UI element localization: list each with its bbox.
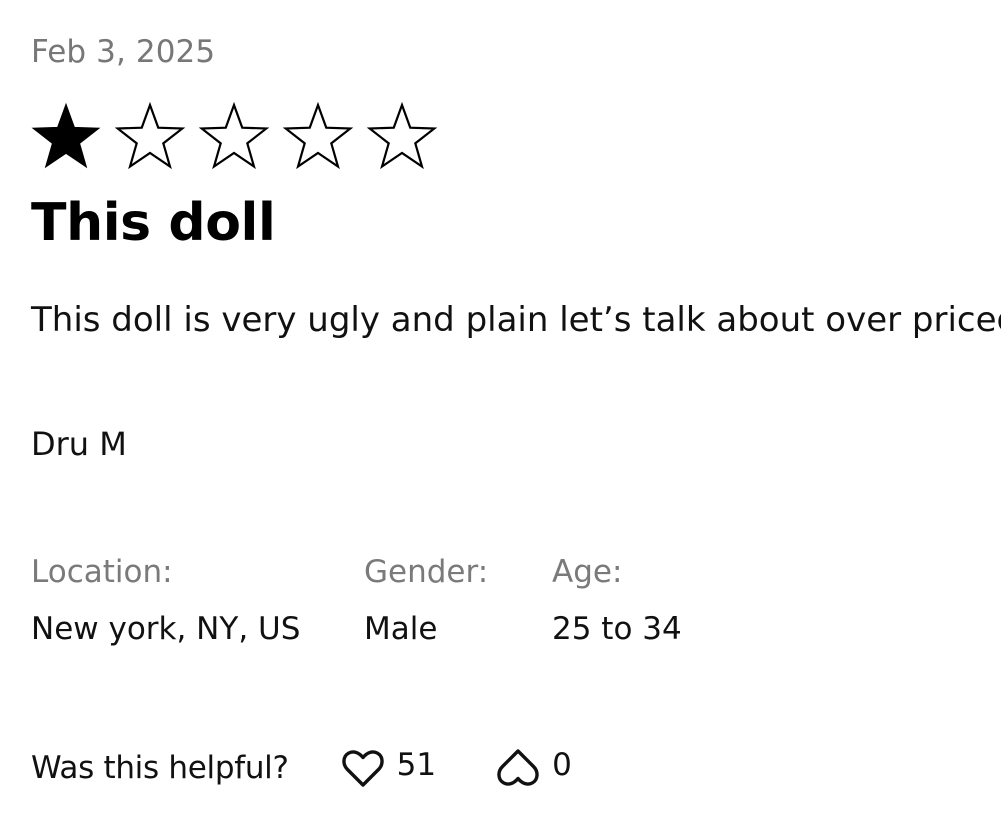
star-icon-2 [115, 102, 185, 172]
star-rating [31, 102, 437, 172]
helpful-no-button[interactable]: 0 [494, 744, 572, 792]
heart-icon [339, 744, 387, 792]
review-body: This doll is very ugly and plain let’s t… [31, 300, 1001, 340]
review-card: Feb 3, 2025 This doll This doll is very … [31, 0, 1001, 822]
upside-down-heart-icon [494, 744, 542, 792]
star-icon-4 [283, 102, 353, 172]
helpful-question: Was this helpful? [31, 750, 289, 786]
helpful-yes-button[interactable]: 51 [339, 744, 436, 792]
gender-value: Male [364, 611, 438, 647]
helpful-section: Was this helpful? 51 0 [31, 740, 572, 796]
star-icon-5 [367, 102, 437, 172]
age-label: Age: [552, 554, 623, 590]
location-label: Location: [31, 554, 173, 590]
age-attribute: Age: 25 to 34 [552, 552, 682, 649]
star-icon-1 [31, 102, 101, 172]
review-author: Dru M [31, 425, 127, 463]
location-value: New york, NY, US [31, 611, 301, 647]
review-title: This doll [31, 193, 276, 253]
review-date: Feb 3, 2025 [31, 34, 216, 70]
location-attribute: Location: New york, NY, US [31, 552, 300, 649]
helpful-yes-count: 51 [396, 747, 437, 783]
helpful-no-count: 0 [552, 747, 572, 783]
gender-attribute: Gender: Male [364, 552, 488, 649]
star-icon-3 [199, 102, 269, 172]
age-value: 25 to 34 [552, 611, 682, 647]
gender-label: Gender: [364, 554, 489, 590]
